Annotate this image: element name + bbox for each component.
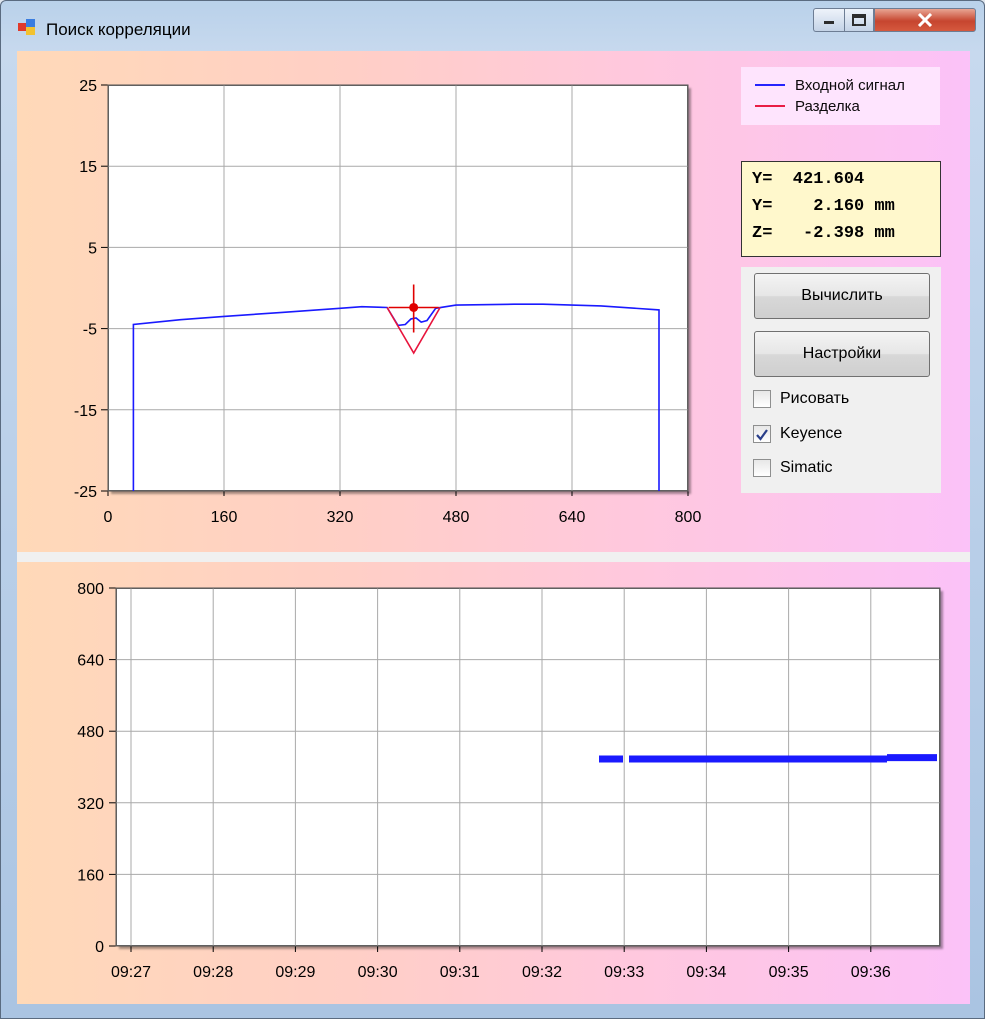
legend-item-cut: Разделка bbox=[755, 96, 860, 116]
chart-legend: Входной сигнал Разделка bbox=[741, 67, 940, 125]
close-button[interactable] bbox=[874, 8, 976, 32]
simatic-checkbox-label: Simatic bbox=[780, 459, 833, 476]
app-icon bbox=[18, 19, 35, 35]
x-tick-label: 09:29 bbox=[275, 964, 315, 981]
simatic-checkbox[interactable]: Simatic bbox=[753, 458, 832, 478]
minimize-icon bbox=[824, 21, 834, 24]
x-tick-label: 09:34 bbox=[686, 964, 726, 981]
minimize-button[interactable] bbox=[813, 8, 844, 32]
x-tick-label: 640 bbox=[559, 509, 586, 526]
simatic-checkbox-box[interactable] bbox=[753, 459, 771, 477]
y-tick-label: -15 bbox=[74, 403, 97, 420]
y-tick-label: 15 bbox=[79, 159, 97, 176]
x-tick-label: 0 bbox=[104, 509, 113, 526]
keyence-checkbox-box[interactable] bbox=[753, 425, 771, 443]
readout-y: Y= 2.160 mm bbox=[752, 197, 895, 216]
maximize-icon bbox=[852, 14, 866, 26]
settings-button[interactable]: Настройки bbox=[754, 331, 930, 377]
calculate-button[interactable]: Вычислить bbox=[754, 273, 930, 319]
y-tick-label: 640 bbox=[77, 653, 104, 670]
close-icon bbox=[917, 13, 933, 27]
x-tick-label: 320 bbox=[327, 509, 354, 526]
legend-label-signal: Входной сигнал bbox=[795, 76, 905, 94]
app-window: Поиск корреляции 0 160 320 480 640 800 25 15 5 -5… bbox=[0, 0, 985, 1019]
history-panel: 800 640 480 320 160 0 09:27 09:28 09:29 09:30 09:3… bbox=[17, 562, 970, 1004]
y-tick-label: 320 bbox=[77, 796, 104, 813]
input-signal-line bbox=[132, 303, 660, 491]
legend-swatch-signal bbox=[755, 84, 785, 86]
legend-label-cut: Разделка bbox=[795, 97, 860, 115]
window-title: Поиск корреляции bbox=[46, 20, 191, 39]
legend-item-signal: Входной сигнал bbox=[755, 75, 905, 95]
x-tick-label: 09:28 bbox=[193, 964, 233, 981]
y-tick-label: -5 bbox=[83, 322, 97, 339]
x-tick-label: 09:35 bbox=[769, 964, 809, 981]
x-tick-label: 09:31 bbox=[440, 964, 480, 981]
keyence-checkbox[interactable]: Keyence bbox=[753, 424, 842, 444]
crosshair-marker bbox=[409, 302, 419, 312]
x-tick-label: 09:33 bbox=[604, 964, 644, 981]
x-tick-label: 09:27 bbox=[111, 964, 151, 981]
readout-z: Z= -2.398 mm bbox=[752, 224, 895, 243]
y-tick-label: 25 bbox=[79, 78, 97, 95]
keyence-checkbox-label: Keyence bbox=[780, 425, 843, 442]
y-tick-label: -25 bbox=[74, 484, 97, 501]
y-tick-label: 0 bbox=[95, 939, 104, 956]
x-tick-label: 09:36 bbox=[851, 964, 891, 981]
checkmark-icon bbox=[756, 428, 768, 441]
draw-checkbox-label: Рисовать bbox=[780, 390, 850, 407]
x-tick-label: 09:32 bbox=[522, 964, 562, 981]
x-tick-label: 160 bbox=[211, 509, 238, 526]
history-chart[interactable]: 800 640 480 320 160 0 09:27 09:28 09:29 09:30 09:3… bbox=[17, 562, 970, 1004]
profile-panel: 0 160 320 480 640 800 25 15 5 -5 -15 -25 Входной си… bbox=[17, 51, 970, 552]
controls-panel: Вычислить Настройки Рисовать Keyence Sim… bbox=[741, 267, 941, 493]
plot-border bbox=[115, 587, 941, 947]
readout-position: Y= 421.604 bbox=[752, 170, 865, 189]
title-bar[interactable]: Поиск корреляции bbox=[1, 1, 985, 43]
x-tick-label: 480 bbox=[443, 509, 470, 526]
plot-border bbox=[107, 84, 689, 492]
draw-checkbox[interactable]: Рисовать bbox=[753, 389, 849, 409]
x-tick-label: 800 bbox=[675, 509, 702, 526]
client-area: 0 160 320 480 640 800 25 15 5 -5 -15 -25 Входной си… bbox=[17, 51, 970, 1004]
draw-checkbox-box[interactable] bbox=[753, 390, 771, 408]
maximize-button[interactable] bbox=[844, 8, 874, 32]
y-tick-label: 160 bbox=[77, 867, 104, 884]
y-tick-label: 480 bbox=[77, 724, 104, 741]
legend-swatch-cut bbox=[755, 105, 785, 107]
coordinate-readout: Y= 421.604 Y= 2.160 mm Z= -2.398 mm bbox=[741, 161, 941, 257]
y-tick-label: 5 bbox=[88, 240, 97, 257]
y-tick-label: 800 bbox=[77, 581, 104, 598]
x-tick-label: 09:30 bbox=[358, 964, 398, 981]
